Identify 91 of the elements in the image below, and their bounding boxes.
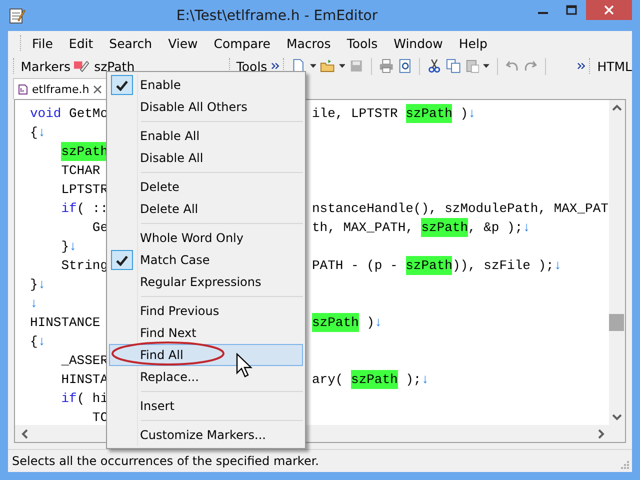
overflow-chevron-icon[interactable]	[271, 62, 280, 70]
resize-grip-icon[interactable]	[621, 461, 630, 470]
menu-bar-item[interactable]: Edit	[60, 36, 102, 50]
marker-highlight: szPath	[312, 313, 359, 332]
menu-item[interactable]: Replace...	[109, 366, 303, 388]
cut-icon[interactable]	[427, 58, 442, 74]
code-text: )), szFile );	[452, 257, 554, 275]
code-text: ( ::	[76, 200, 108, 218]
code-text: );	[404, 371, 422, 389]
toolbar-label: Tools	[236, 58, 268, 74]
scroll-right-icon[interactable]	[598, 428, 605, 438]
scroll-up-icon[interactable]	[612, 104, 622, 111]
menu-item[interactable]: Disable All	[109, 147, 303, 169]
marker-highlight: szPath	[406, 104, 452, 123]
line-end-mark: ↓	[522, 219, 530, 237]
menu-item[interactable]: Disable All Others	[109, 96, 303, 118]
line-end-mark: ↓	[30, 295, 38, 313]
menu-bar-item[interactable]: Compare	[206, 36, 278, 50]
toolbar-label: Markers	[20, 58, 70, 74]
menu-item[interactable]: Whole Word Only	[109, 227, 303, 249]
code-text: nstanceHandle(), szModulePath, MAX_PAT	[312, 200, 608, 218]
code-text: , &p );	[468, 219, 523, 237]
menu-item[interactable]: Find Next	[109, 322, 303, 344]
menu-bar-item[interactable]: Window	[386, 36, 451, 50]
menu-item[interactable]: Match Case	[109, 249, 303, 271]
toolbar-label: HTML	[597, 58, 632, 74]
code-keyword: if	[61, 200, 77, 218]
mouse-pointer-icon	[236, 353, 253, 379]
magnifier-page-icon[interactable]	[398, 58, 412, 74]
scrollbar-thumb[interactable]	[609, 314, 624, 331]
code-text: TCHAR	[60, 162, 100, 180]
code-text: }	[60, 238, 70, 256]
file-tab[interactable]: etlframe.h	[13, 78, 108, 99]
code-text: {	[30, 124, 38, 142]
code-text: )	[459, 105, 468, 123]
menu-bar-item[interactable]: File	[24, 36, 61, 50]
copy-icon[interactable]	[446, 58, 461, 74]
code-text: }	[30, 276, 38, 294]
printer-icon[interactable]	[379, 58, 394, 74]
menu-bar-item[interactable]: Search	[101, 36, 160, 50]
dropdown-caret-icon[interactable]	[310, 64, 316, 68]
menu-bar-item[interactable]: Macros	[278, 36, 339, 50]
code-text: {	[30, 333, 38, 351]
marker-highlight: szPath	[351, 370, 398, 389]
line-end-mark: ↓	[38, 276, 46, 294]
code-text: HINSTA	[60, 371, 108, 389]
line-end-mark: ↓	[374, 314, 382, 332]
menu-bar-item[interactable]: View	[160, 36, 206, 50]
code-text: PATH - (p -	[312, 257, 399, 275]
menu-item[interactable]: Find Previous	[109, 300, 303, 322]
marker-dropdown[interactable]: szPath	[94, 58, 135, 74]
scroll-left-icon[interactable]	[21, 428, 28, 438]
code-keyword: void	[30, 105, 62, 123]
line-end-mark: ↓	[38, 124, 46, 142]
code-text: )	[366, 314, 374, 332]
marker-pen-icon[interactable]	[74, 59, 90, 73]
line-end-mark: ↓	[421, 371, 430, 389]
code-text: th, MAX_PATH,	[312, 219, 414, 237]
code-text: ary(	[312, 371, 344, 389]
menu-item[interactable]: Enable All	[109, 125, 303, 147]
menu-bar-item[interactable]: Help	[450, 36, 496, 50]
line-end-mark: ↓	[554, 257, 562, 275]
window-title: E:\Test\etlframe.h - EmEditor	[175, 8, 379, 24]
document-icon[interactable]	[291, 58, 306, 74]
menu-item[interactable]: Customize Markers...	[109, 424, 303, 446]
marker-highlight: szPath	[406, 256, 452, 275]
menu-bar-item[interactable]: Tools	[338, 36, 386, 50]
code-text: ( hi	[76, 390, 108, 408]
scroll-down-icon[interactable]	[612, 414, 622, 421]
line-end-mark: ↓	[69, 238, 77, 256]
maximize-icon[interactable]	[566, 5, 577, 15]
code-text: GetMo	[68, 105, 108, 123]
close-button[interactable]	[586, 0, 632, 20]
menu-item[interactable]: Regular Expressions	[109, 271, 303, 293]
overflow-chevron-icon[interactable]	[577, 62, 586, 70]
menu-item[interactable]: Insert	[109, 395, 303, 417]
header-file-icon	[18, 84, 28, 94]
notepad-icon	[8, 6, 26, 24]
code-text: HINSTANCE	[30, 314, 100, 332]
menu-item[interactable]: Enable	[109, 74, 303, 96]
menu-item[interactable]: Delete All	[109, 198, 303, 220]
menu-item[interactable]: Delete	[109, 176, 303, 198]
dropdown-caret-icon[interactable]	[483, 64, 490, 68]
line-end-mark: ↓	[468, 105, 476, 123]
close-icon[interactable]	[93, 84, 102, 94]
line-end-mark: ↓	[38, 333, 46, 351]
code-text: ile, LPTSTR	[312, 105, 399, 123]
marker-highlight: szPath	[421, 218, 468, 237]
code-keyword: if	[61, 390, 77, 408]
dropdown-caret-icon[interactable]	[339, 64, 346, 68]
status-text: Selects all the occurrences of the specified marker.	[12, 454, 319, 468]
